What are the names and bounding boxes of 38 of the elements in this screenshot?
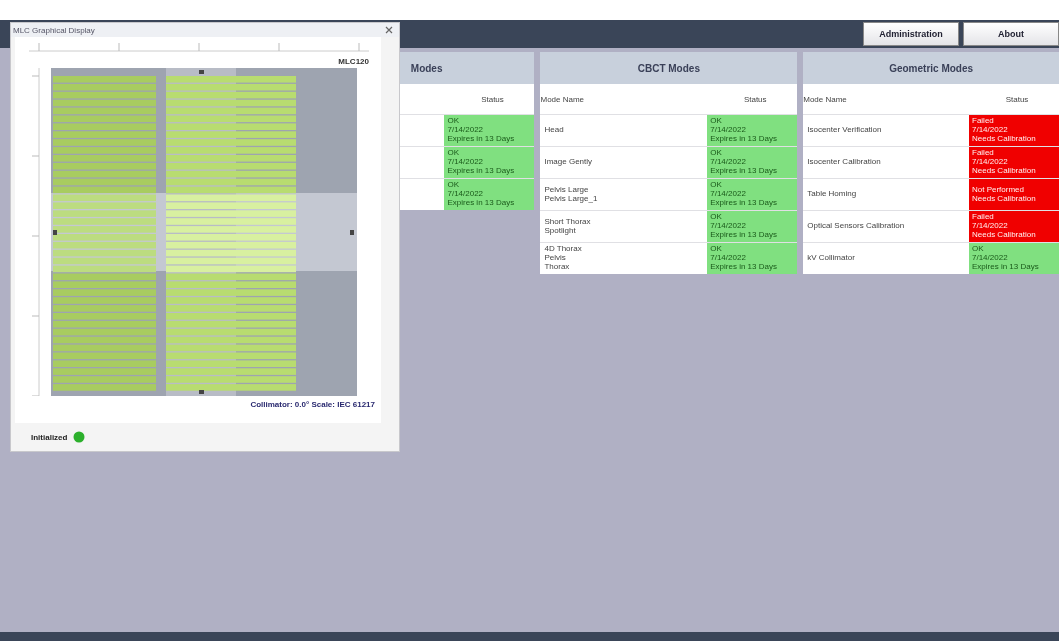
panel-title: CBCT Modes [637, 62, 700, 74]
status-cell: OK 7/14/2022 Expires in 13 Days [707, 243, 798, 274]
mlc-model-label: MLC120 [338, 56, 370, 68]
top-nav-button[interactable]: Administration [863, 22, 959, 46]
top-nav-button[interactable]: About [963, 22, 1059, 46]
column-header: Mode Name [803, 94, 848, 104]
mode-name-cell-text: Image Gently [543, 158, 593, 167]
window-title: MLC Graphical Display [13, 25, 95, 35]
status-cell: Failed 7/14/2022 Needs Calibration [969, 211, 1059, 242]
status-cell: OK 7/14/2022 Expires in 13 Days [969, 243, 1059, 274]
status-cell: Failed 7/14/2022 Needs Calibration [969, 147, 1059, 178]
scale-caption: Collimator: 0.0° Scale: IEC 61217 [250, 399, 376, 409]
column-header: Mode Name [540, 94, 586, 104]
status-cell: OK 7/14/2022 Expires in 13 Days [707, 179, 798, 210]
status-cell: OK 7/14/2022 Expires in 13 Days [444, 179, 535, 210]
mode-name-cell-text: kV Collimator [806, 254, 855, 263]
status-cell: OK 7/14/2022 Expires in 13 Days [707, 211, 798, 242]
status-cell: OK 7/14/2022 Expires in 13 Days [444, 147, 535, 178]
column-header: Status [480, 94, 505, 104]
mode-name-cell-text: Head [543, 126, 564, 135]
mode-name-cell-text: Short Thorax Spotlight [543, 217, 591, 236]
status-cell: OK 7/14/2022 Expires in 13 Days [707, 115, 798, 146]
column-header: Status [1004, 94, 1030, 104]
status-label: Initialized [31, 432, 68, 442]
mode-name-cell-text: Optical Sensors Calibration [806, 222, 905, 231]
panel-title: Geometric Modes [889, 62, 974, 74]
mode-name-cell-text: Pelvis Large Pelvis Large_1 [543, 185, 598, 204]
status-cell: Not Performed Needs Calibration [969, 179, 1059, 210]
mode-name-cell-text: Isocenter Verification [806, 126, 882, 135]
panel-title: Modes [410, 62, 443, 74]
status-cell: Failed 7/14/2022 Needs Calibration [969, 115, 1059, 146]
mode-name-cell-text: Isocenter Calibration [806, 158, 881, 167]
status-cell: OK 7/14/2022 Expires in 13 Days [444, 115, 535, 146]
column-header: Status [742, 94, 768, 104]
mode-name-cell-text: 4D Thorax Pelvis Thorax [543, 245, 582, 272]
status-cell: OK 7/14/2022 Expires in 13 Days [707, 147, 798, 178]
close-icon[interactable] [385, 26, 393, 34]
mode-name-cell-text: Table Homing [806, 190, 857, 199]
